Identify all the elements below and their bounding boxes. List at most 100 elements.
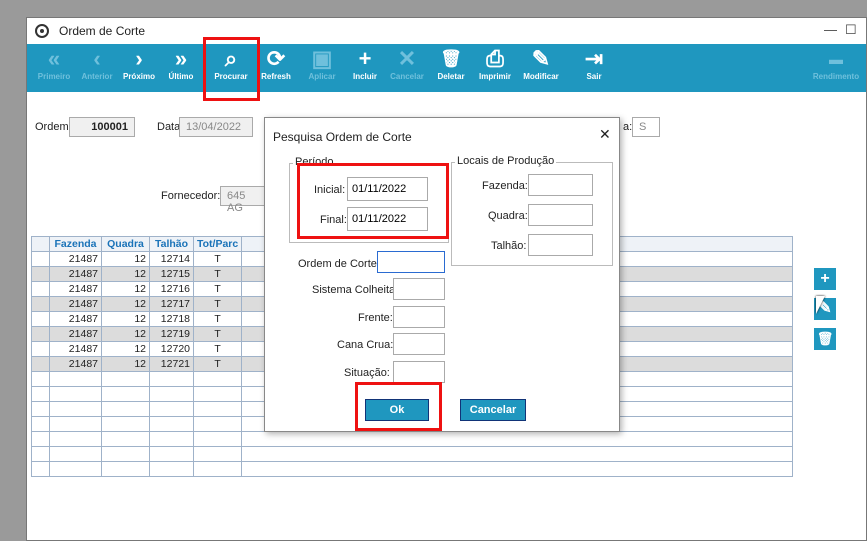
row-selector[interactable] bbox=[31, 401, 50, 417]
previous-button[interactable]: ‹ Anterior bbox=[75, 44, 119, 92]
table-cell[interactable]: T bbox=[192, 326, 243, 342]
table-cell[interactable] bbox=[101, 461, 150, 477]
table-cell[interactable]: 12717 bbox=[149, 296, 194, 312]
situacao-input[interactable] bbox=[393, 361, 445, 383]
minimize-button[interactable]: — bbox=[824, 22, 837, 37]
yield-button[interactable]: ▬ Rendimento bbox=[805, 44, 867, 92]
table-cell[interactable] bbox=[101, 371, 150, 387]
table-cell[interactable]: 21487 bbox=[49, 251, 102, 267]
row-selector[interactable] bbox=[31, 311, 50, 327]
talhao-input[interactable] bbox=[528, 234, 593, 256]
table-cell[interactable]: T bbox=[192, 251, 243, 267]
refresh-button[interactable]: ⟳ Refresh bbox=[255, 44, 297, 92]
table-cell[interactable]: 21487 bbox=[49, 356, 102, 372]
table-cell[interactable] bbox=[101, 431, 150, 447]
column-header[interactable]: Tot/Parc bbox=[192, 236, 243, 252]
table-row[interactable] bbox=[31, 446, 793, 462]
table-cell[interactable]: 12 bbox=[101, 326, 150, 342]
table-cell[interactable]: 12721 bbox=[149, 356, 194, 372]
delete-button[interactable]: 🗑 Deletar bbox=[431, 44, 471, 92]
sistema-input[interactable] bbox=[393, 278, 445, 300]
apply-button[interactable]: ▣ Aplicar bbox=[301, 44, 343, 92]
table-cell[interactable] bbox=[149, 401, 194, 417]
exit-button[interactable]: ⇥ Sair bbox=[575, 44, 613, 92]
table-cell[interactable]: T bbox=[192, 311, 243, 327]
table-cell[interactable]: 12718 bbox=[149, 311, 194, 327]
table-cell[interactable]: 12714 bbox=[149, 251, 194, 267]
add-row-button[interactable]: + bbox=[814, 268, 836, 290]
data-field[interactable]: 13/04/2022 bbox=[179, 117, 253, 137]
table-row[interactable] bbox=[31, 431, 793, 447]
cancel-toolbar-button[interactable]: ✕ Cancelar bbox=[385, 44, 429, 92]
frente-input[interactable] bbox=[393, 306, 445, 328]
table-cell[interactable]: T bbox=[192, 296, 243, 312]
table-cell[interactable] bbox=[192, 371, 243, 387]
table-row[interactable] bbox=[31, 461, 793, 477]
table-cell[interactable] bbox=[49, 461, 102, 477]
inicial-input[interactable] bbox=[347, 177, 428, 201]
table-cell[interactable] bbox=[49, 401, 102, 417]
print-button[interactable]: ⎙ Imprimir bbox=[473, 44, 517, 92]
column-header[interactable]: Talhão bbox=[149, 236, 194, 252]
search-button[interactable]: ⌕ Procurar bbox=[207, 44, 255, 92]
row-selector[interactable] bbox=[31, 461, 50, 477]
modify-button[interactable]: ✎ Modificar bbox=[517, 44, 565, 92]
table-cell[interactable]: 12 bbox=[101, 311, 150, 327]
table-cell[interactable] bbox=[101, 386, 150, 402]
table-cell[interactable] bbox=[192, 386, 243, 402]
table-cell[interactable]: 21487 bbox=[49, 341, 102, 357]
fornecedor-field[interactable]: 645 AG bbox=[220, 186, 270, 214]
cana-input[interactable] bbox=[393, 333, 445, 355]
table-cell[interactable]: T bbox=[192, 281, 243, 297]
table-cell[interactable]: 12715 bbox=[149, 266, 194, 282]
table-cell[interactable]: T bbox=[192, 356, 243, 372]
last-button[interactable]: » Último bbox=[161, 44, 201, 92]
table-cell[interactable]: 12 bbox=[101, 341, 150, 357]
table-cell[interactable]: T bbox=[192, 266, 243, 282]
fazenda-input[interactable] bbox=[528, 174, 593, 196]
row-selector[interactable] bbox=[31, 251, 50, 267]
row-selector[interactable] bbox=[31, 266, 50, 282]
row-selector[interactable] bbox=[31, 341, 50, 357]
maximize-button[interactable]: ☐ bbox=[845, 22, 857, 38]
table-cell[interactable]: 12720 bbox=[149, 341, 194, 357]
table-cell[interactable]: 21487 bbox=[49, 326, 102, 342]
ordem-field[interactable]: 100001 bbox=[69, 117, 135, 137]
row-selector[interactable] bbox=[31, 296, 50, 312]
table-cell[interactable] bbox=[192, 461, 243, 477]
table-cell[interactable] bbox=[192, 431, 243, 447]
quadra-input[interactable] bbox=[528, 204, 593, 226]
row-selector[interactable] bbox=[31, 281, 50, 297]
table-cell[interactable] bbox=[49, 446, 102, 462]
column-header[interactable]: Quadra bbox=[101, 236, 150, 252]
table-cell[interactable]: 12 bbox=[101, 356, 150, 372]
row-selector[interactable] bbox=[31, 371, 50, 387]
final-input[interactable] bbox=[347, 207, 428, 231]
ok-button[interactable]: Ok bbox=[365, 399, 429, 421]
table-cell[interactable] bbox=[49, 416, 102, 432]
table-cell[interactable] bbox=[149, 371, 194, 387]
table-cell[interactable] bbox=[149, 461, 194, 477]
table-cell[interactable] bbox=[149, 416, 194, 432]
table-cell[interactable]: 12 bbox=[101, 296, 150, 312]
dialog-close-button[interactable]: ✕ bbox=[599, 126, 611, 143]
table-cell[interactable]: 12 bbox=[101, 251, 150, 267]
ordem-corte-input[interactable] bbox=[377, 251, 445, 273]
table-cell[interactable] bbox=[192, 401, 243, 417]
first-button[interactable]: «Primeiro bbox=[31, 44, 77, 92]
table-cell[interactable] bbox=[149, 431, 194, 447]
delete-row-button[interactable]: 🗑 bbox=[814, 328, 836, 350]
table-cell[interactable]: 21487 bbox=[49, 281, 102, 297]
row-selector[interactable] bbox=[31, 386, 50, 402]
table-cell[interactable] bbox=[101, 446, 150, 462]
table-cell[interactable] bbox=[192, 446, 243, 462]
include-button[interactable]: + Incluir bbox=[345, 44, 385, 92]
table-cell[interactable]: 12719 bbox=[149, 326, 194, 342]
table-cell[interactable]: 12 bbox=[101, 266, 150, 282]
row-selector[interactable] bbox=[31, 356, 50, 372]
table-cell[interactable]: T bbox=[192, 341, 243, 357]
table-cell[interactable]: 21487 bbox=[49, 266, 102, 282]
table-cell[interactable] bbox=[149, 446, 194, 462]
table-cell[interactable] bbox=[192, 416, 243, 432]
table-cell[interactable] bbox=[49, 386, 102, 402]
